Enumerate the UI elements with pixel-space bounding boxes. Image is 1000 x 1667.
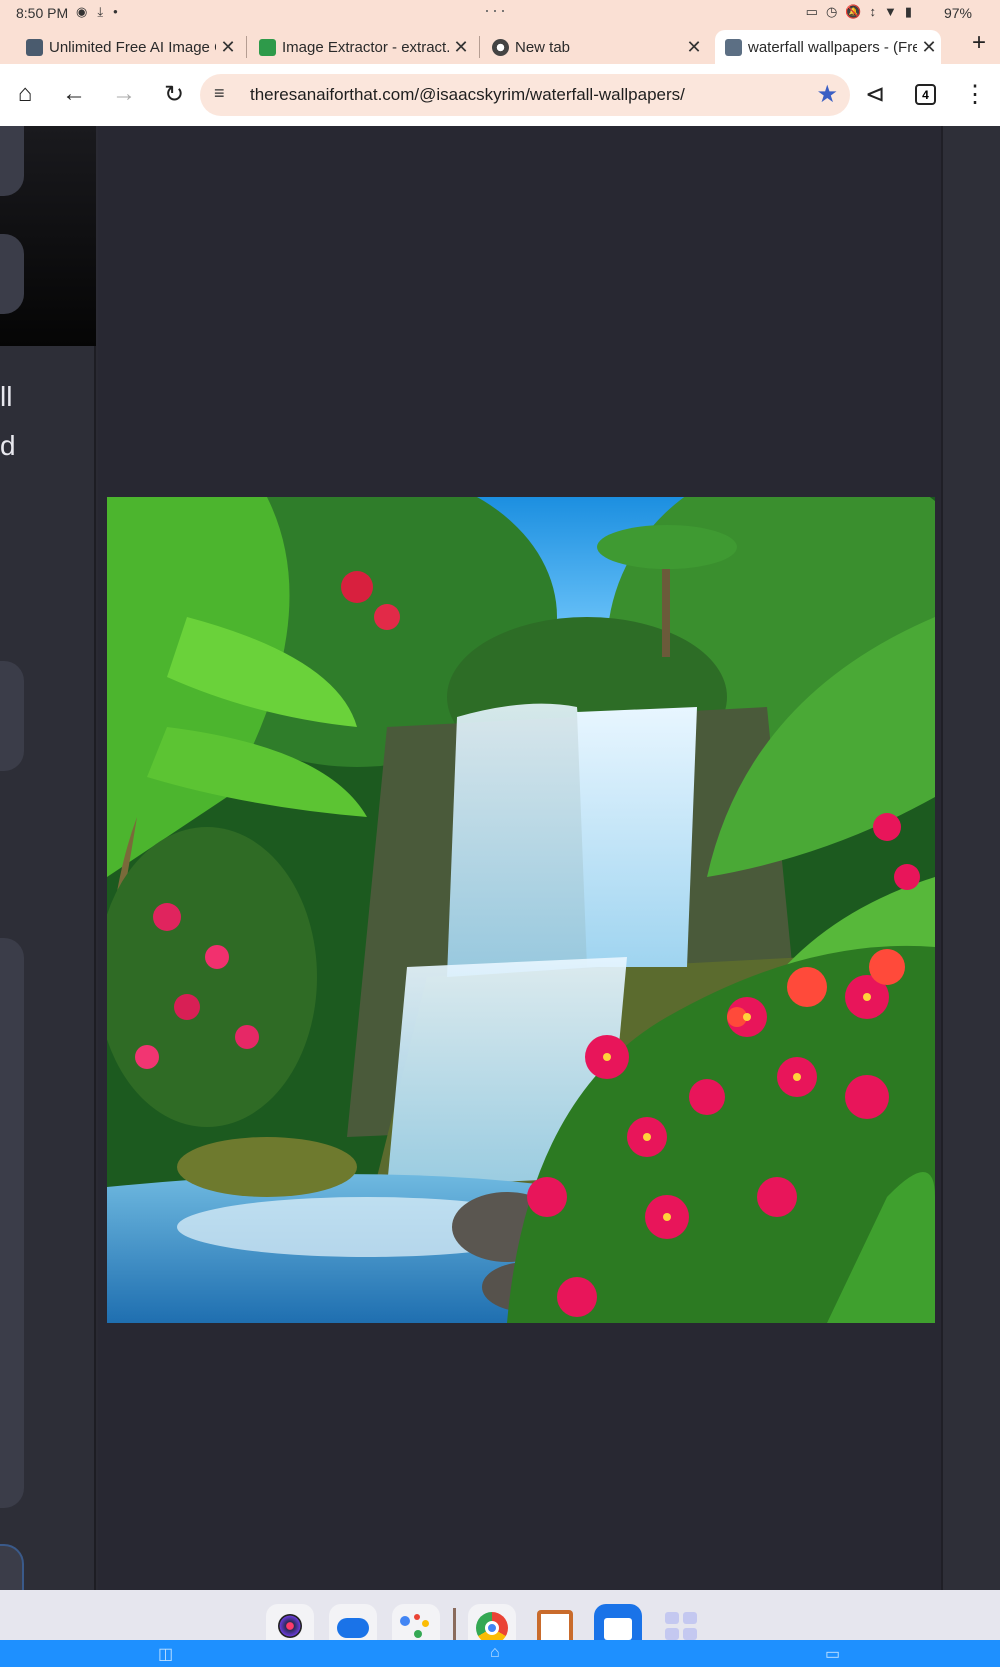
window-handle-dots-icon[interactable]: ··· (484, 0, 508, 21)
clipboard-app-icon[interactable] (531, 1604, 579, 1644)
battery-level: 97% (943, 5, 972, 21)
system-nav-bar: ◫ ⌂ ▭ (0, 1640, 1000, 1667)
recents-nav-icon[interactable]: ▭ (825, 1644, 840, 1664)
taaft-favicon (725, 38, 742, 56)
side-card[interactable] (0, 938, 24, 1508)
dot-icon: • (113, 4, 118, 19)
new-tab-plus-icon[interactable]: + (972, 29, 986, 57)
share-icon[interactable]: ⊲ (859, 78, 891, 110)
close-icon[interactable]: ✕ (917, 37, 941, 58)
side-pill-button[interactable] (0, 126, 24, 196)
tab-unlimited-ai[interactable]: Unlimited Free AI Image G ✕ (0, 30, 240, 64)
tab-label: waterfall wallpapers - (Fre (748, 38, 917, 56)
status-bar: 8:50 PM ◉ ⤓ • ··· ▭ ◷ 🔕 ↕ ▼ ▮ 97% (0, 0, 1000, 26)
side-card[interactable] (0, 661, 24, 771)
status-left-icons: ◉ ⤓ • (76, 4, 118, 20)
tab-waterfall-wallpapers[interactable]: waterfall wallpapers - (Fre ✕ (715, 30, 941, 64)
page-content: ll d (0, 126, 1000, 1590)
bookmark-star-icon[interactable]: ★ (816, 80, 838, 109)
dock-divider (453, 1608, 456, 1640)
battery-icon: ▮ (904, 4, 912, 19)
tab-image-extractor[interactable]: Image Extractor - extract.p ✕ (233, 30, 473, 64)
back-arrow-icon[interactable]: ← (58, 78, 90, 110)
site-settings-icon[interactable]: ≡ (214, 83, 225, 104)
tab-label: Unlimited Free AI Image G (49, 38, 216, 56)
mute-icon: 🔕 (845, 4, 862, 19)
signal-icon: ↕ (869, 4, 876, 19)
files-app-icon[interactable] (594, 1604, 642, 1644)
chrome-app-icon[interactable] (468, 1604, 516, 1644)
messages-app-icon[interactable] (329, 1604, 377, 1644)
left-side-panel: ll d (0, 126, 96, 1590)
right-side-panel (941, 126, 1000, 1590)
assistant-app-icon[interactable] (392, 1604, 440, 1644)
alarm-icon: ◷ (825, 4, 838, 19)
address-bar[interactable]: ≡ theresanaiforthat.com/@isaacskyrim/wat… (200, 74, 850, 116)
app-dock (0, 1590, 1000, 1644)
side-pill-button[interactable] (0, 1544, 24, 1590)
tab-label: New tab (515, 38, 571, 56)
partial-text-line: d (0, 430, 16, 461)
status-time: 8:50 PM (16, 5, 69, 21)
waterfall-wallpaper-image[interactable] (107, 497, 935, 1323)
camera-app-icon[interactable] (266, 1604, 314, 1644)
url-text[interactable]: theresanaiforthat.com/@isaacskyrim/water… (250, 85, 685, 105)
partial-text-line: ll (0, 381, 13, 412)
status-right-icons: ▭ ◷ 🔕 ↕ ▼ ▮ (806, 4, 912, 20)
reload-icon[interactable]: ↻ (158, 78, 190, 110)
browser-toolbar: ⌂ ← → ↻ ≡ theresanaiforthat.com/@isaacsk… (0, 64, 1000, 126)
close-icon[interactable]: ✕ (682, 37, 706, 58)
camera-icon: ◉ (76, 4, 88, 19)
waterfall-illustration (107, 497, 935, 1323)
wifi-icon: ▼ (883, 4, 897, 19)
forward-arrow-icon[interactable]: → (108, 78, 140, 110)
app-drawer-icon[interactable] (657, 1604, 705, 1644)
download-icon: ⤓ (97, 4, 104, 19)
side-pill-button[interactable] (0, 234, 24, 314)
cast-icon: ▭ (805, 4, 818, 19)
tab-strip: Unlimited Free AI Image G ✕ Image Extrac… (0, 26, 1000, 64)
tab-switcher-button[interactable]: 4 (915, 84, 936, 105)
extractor-favicon (259, 38, 276, 56)
tab-new-tab[interactable]: New tab ✕ (466, 30, 706, 64)
tab-label: Image Extractor - extract.p (282, 38, 449, 56)
home-icon[interactable]: ⌂ (9, 78, 41, 110)
chrome-favicon (492, 38, 509, 56)
home-nav-icon[interactable]: ⌂ (490, 1644, 500, 1662)
ai-image-favicon (26, 38, 43, 56)
more-options-icon[interactable]: ⋮ (959, 78, 991, 110)
back-nav-icon[interactable]: ◫ (158, 1644, 173, 1664)
